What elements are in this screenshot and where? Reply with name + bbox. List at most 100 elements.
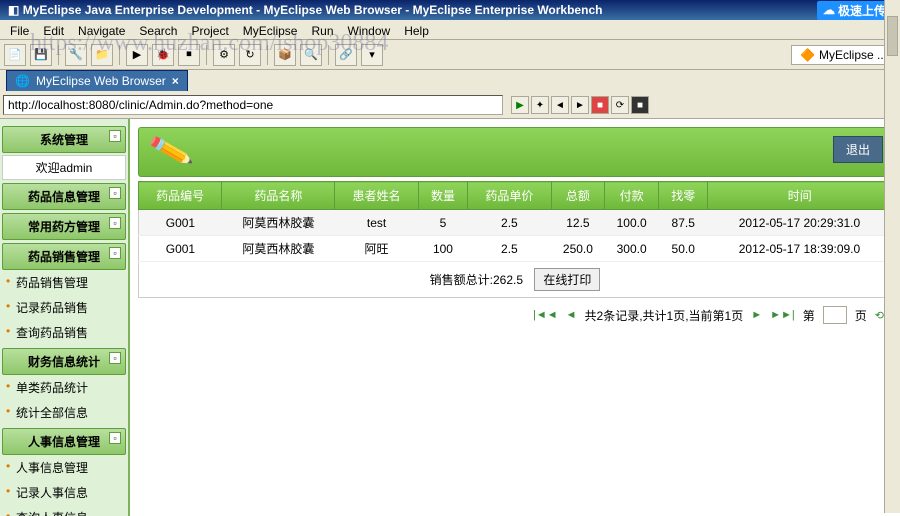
col-header: 付款 (605, 182, 659, 210)
last-page-icon[interactable]: ►►| (770, 309, 795, 321)
cell: 阿莫西林胶囊 (222, 236, 335, 262)
sidebar-item[interactable]: 统计全部信息 (2, 400, 126, 425)
banner: ✏️ 退出 (138, 127, 892, 177)
cell: 2.5 (468, 210, 551, 236)
col-header: 药品编号 (139, 182, 222, 210)
toggle-icon[interactable]: ▫ (109, 247, 121, 259)
cell: G001 (139, 210, 222, 236)
main-panel: ✏️ 退出 药品编号药品名称患者姓名数量药品单价总额付款找零时间 G001阿莫西… (130, 119, 900, 516)
new-icon[interactable]: 📄 (4, 44, 26, 66)
refresh-icon[interactable]: ↻ (239, 44, 261, 66)
table-body: G001阿莫西林胶囊test52.512.5100.087.52012-05-1… (139, 210, 892, 262)
cell: 100.0 (605, 210, 659, 236)
page-input[interactable] (823, 306, 847, 324)
go-page-icon[interactable]: ⟲ (875, 309, 884, 322)
toolbar: 📄 💾 🔧 📁 ▶ 🐞 ⏹ ⚙ ↻ 📦 🔍 🔗 ▾ 🔶 MyEclipse ..… (0, 40, 900, 70)
total-row: 销售额总计:262.5 在线打印 (138, 262, 892, 298)
sidebar-item[interactable]: 人事信息管理 (2, 455, 126, 480)
menu-file[interactable]: File (4, 22, 35, 37)
cell: 300.0 (605, 236, 659, 262)
menu-edit[interactable]: Edit (37, 22, 70, 37)
go-icon[interactable]: ▶ (511, 96, 529, 114)
col-header: 找零 (658, 182, 707, 210)
cell: 100 (418, 236, 467, 262)
menu-project[interactable]: Project (185, 22, 234, 37)
toggle-icon[interactable]: ▫ (109, 187, 121, 199)
col-header: 数量 (418, 182, 467, 210)
col-header: 患者姓名 (335, 182, 418, 210)
perspective-button[interactable]: 🔶 MyEclipse ... (791, 45, 896, 65)
reload-icon[interactable]: ⟳ (611, 96, 629, 114)
sidebar-item[interactable]: 查询人事信息 (2, 505, 126, 516)
forward-icon[interactable]: ► (571, 96, 589, 114)
window-title: MyEclipse Java Enterprise Development - … (23, 3, 603, 17)
address-input[interactable] (3, 95, 503, 115)
sidebar-item[interactable]: 记录人事信息 (2, 480, 126, 505)
first-page-icon[interactable]: |◄◄ (533, 309, 558, 321)
cloud-icon: ☁ (823, 3, 835, 17)
run-icon[interactable]: ▶ (126, 44, 148, 66)
sidebar-item[interactable]: 记录药品销售 (2, 295, 126, 320)
cell: 2.5 (468, 236, 551, 262)
tool-icon[interactable]: 🔧 (65, 44, 87, 66)
cell: 阿旺 (335, 236, 418, 262)
sidebar-item[interactable]: 查询药品销售 (2, 320, 126, 345)
back-icon[interactable]: ◄ (551, 96, 569, 114)
close-icon[interactable]: × (172, 74, 179, 88)
menu-myeclipse[interactable]: MyEclipse (237, 22, 304, 37)
menu-run[interactable]: Run (305, 22, 339, 37)
sidebar: 系统管理▫欢迎admin 药品信息管理▫ 常用药方管理▫ 药品销售管理▫药品销售管理记… (0, 119, 130, 516)
sidebar-header[interactable]: 药品销售管理▫ (2, 243, 126, 270)
nav-icon[interactable]: ✦ (531, 96, 549, 114)
welcome-label: 欢迎admin (2, 155, 126, 180)
sidebar-header[interactable]: 财务信息统计▫ (2, 348, 126, 375)
table-row[interactable]: G001阿莫西林胶囊test52.512.5100.087.52012-05-1… (139, 210, 892, 236)
menu-navigate[interactable]: Navigate (72, 22, 131, 37)
stop-icon[interactable]: ⏹ (178, 44, 200, 66)
link-icon[interactable]: 🔗 (335, 44, 357, 66)
menu-search[interactable]: Search (133, 22, 183, 37)
menu-window[interactable]: Window (342, 22, 397, 37)
cell: 2012-05-17 20:29:31.0 (708, 210, 892, 236)
debug-icon[interactable]: 🐞 (152, 44, 174, 66)
folder-icon[interactable]: 📁 (91, 44, 113, 66)
toggle-icon[interactable]: ▫ (109, 432, 121, 444)
print-button[interactable]: 在线打印 (534, 268, 600, 291)
package-icon[interactable]: 📦 (274, 44, 296, 66)
gear-icon[interactable]: ⚙ (213, 44, 235, 66)
table-header-row: 药品编号药品名称患者姓名数量药品单价总额付款找零时间 (139, 182, 892, 210)
menu-help[interactable]: Help (398, 22, 435, 37)
stop-nav-icon[interactable]: ■ (591, 96, 609, 114)
upload-badge[interactable]: ☁极速上传 (817, 1, 892, 20)
col-header: 总额 (551, 182, 605, 210)
cell: 阿莫西林胶囊 (222, 210, 335, 236)
cell: test (335, 210, 418, 236)
max-icon[interactable]: ■ (631, 96, 649, 114)
cell: 50.0 (658, 236, 707, 262)
exit-button[interactable]: 退出 (833, 136, 883, 163)
sidebar-item[interactable]: 单类药品统计 (2, 375, 126, 400)
next-page-icon[interactable]: ► (751, 309, 762, 321)
more-icon[interactable]: ▾ (361, 44, 383, 66)
pager: |◄◄ ◄ 共2条记录,共计1页,当前第1页 ► ►►| 第 页 ⟲ (138, 298, 892, 332)
scrollbar-thumb[interactable] (887, 16, 898, 56)
search-icon[interactable]: 🔍 (300, 44, 322, 66)
sidebar-item[interactable]: 药品销售管理 (2, 270, 126, 295)
table-row[interactable]: G001阿莫西林胶囊阿旺1002.5250.0300.050.02012-05-… (139, 236, 892, 262)
toggle-icon[interactable]: ▫ (109, 352, 121, 364)
pencil-icon: ✏️ (147, 127, 195, 174)
browser-tab[interactable]: 🌐 MyEclipse Web Browser × (6, 70, 188, 91)
scrollbar[interactable] (884, 0, 900, 513)
prev-page-icon[interactable]: ◄ (566, 309, 577, 321)
cell: 250.0 (551, 236, 605, 262)
toggle-icon[interactable]: ▫ (109, 130, 121, 142)
cell: 87.5 (658, 210, 707, 236)
sidebar-header[interactable]: 人事信息管理▫ (2, 428, 126, 455)
col-header: 药品名称 (222, 182, 335, 210)
sidebar-header[interactable]: 常用药方管理▫ (2, 213, 126, 240)
sidebar-header[interactable]: 药品信息管理▫ (2, 183, 126, 210)
col-header: 时间 (708, 182, 892, 210)
save-icon[interactable]: 💾 (30, 44, 52, 66)
sidebar-header[interactable]: 系统管理▫ (2, 126, 126, 153)
toggle-icon[interactable]: ▫ (109, 217, 121, 229)
